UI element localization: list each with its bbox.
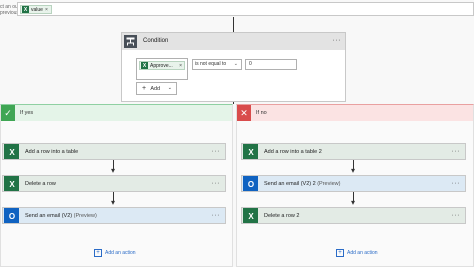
branch-header-yes[interactable]: ✓ If yes (1, 105, 232, 121)
svg-text:X: X (9, 148, 15, 157)
connector-line (233, 102, 234, 104)
svg-text:X: X (248, 148, 254, 157)
branch-title: If no (256, 110, 267, 116)
action-delete-row[interactable]: X Delete a row ··· (2, 175, 226, 192)
arrow-down-icon: ▾ (110, 166, 115, 175)
more-options-icon[interactable]: ··· (212, 212, 221, 219)
connector-line (233, 17, 234, 32)
svg-text:O: O (8, 212, 14, 221)
action-add-row[interactable]: X Add a row into a table ··· (2, 143, 226, 160)
remove-token-icon[interactable]: × (179, 63, 184, 69)
outlook-icon: O (243, 176, 258, 191)
more-options-icon[interactable]: ··· (333, 37, 342, 44)
action-send-email-2[interactable]: O Send an email (V2) 2 (Preview) ··· (241, 175, 466, 192)
condition-title: Condition (143, 38, 169, 44)
outlook-icon: O (4, 208, 19, 223)
condition-icon (124, 35, 137, 48)
close-icon: ✕ (237, 105, 251, 121)
add-action-icon: + (336, 249, 344, 257)
action-send-email[interactable]: O Send an email (V2) (Preview) ··· (2, 207, 226, 224)
excel-icon: X (4, 176, 19, 191)
more-options-icon[interactable]: ··· (452, 180, 461, 187)
svg-text:X: X (9, 180, 15, 189)
condition-header[interactable]: Condition ··· (122, 33, 345, 50)
action-delete-row-2[interactable]: X Delete a row 2 ··· (241, 207, 466, 224)
checkmark-icon: ✓ (1, 105, 15, 121)
more-options-icon[interactable]: ··· (212, 180, 221, 187)
excel-icon: X (243, 208, 258, 223)
action-add-row-2[interactable]: X Add a row into a table 2 ··· (241, 143, 466, 160)
add-action-link-no[interactable]: + Add an action (336, 249, 378, 257)
arrow-down-icon: ▾ (350, 198, 355, 207)
operator-select[interactable]: is not equal to ⌄ (192, 59, 242, 70)
branch-header-no[interactable]: ✕ If no (237, 105, 473, 121)
excel-icon: X (22, 6, 29, 13)
arrow-down-icon: ▾ (350, 166, 355, 175)
add-action-icon: + (94, 249, 102, 257)
condition-left-operand[interactable]: X Approve... × (136, 58, 188, 80)
more-options-icon[interactable]: ··· (212, 148, 221, 155)
condition-card[interactable]: Condition ··· X Approve... × is not equa… (121, 32, 346, 102)
add-action-link-yes[interactable]: + Add an action (94, 249, 136, 257)
condition-value-input[interactable]: 0 (245, 59, 297, 70)
excel-icon: X (243, 144, 258, 159)
excel-icon: X (4, 144, 19, 159)
output-input[interactable]: X value × (17, 2, 474, 16)
excel-icon: X (141, 62, 148, 69)
chevron-down-icon: ⌄ (233, 61, 238, 67)
remove-token-icon[interactable]: × (45, 7, 48, 13)
branch-title: If yes (20, 110, 34, 116)
arrow-down-icon: ▾ (110, 198, 115, 207)
value-token[interactable]: X value × (20, 5, 52, 14)
svg-text:X: X (248, 212, 254, 221)
chevron-down-icon: ⌄ (167, 85, 172, 91)
add-condition-button[interactable]: + Add ⌄ (136, 82, 177, 95)
svg-text:O: O (247, 180, 253, 189)
approve-token[interactable]: X Approve... × (139, 61, 185, 70)
plus-icon: + (142, 85, 147, 92)
more-options-icon[interactable]: ··· (452, 212, 461, 219)
more-options-icon[interactable]: ··· (452, 148, 461, 155)
